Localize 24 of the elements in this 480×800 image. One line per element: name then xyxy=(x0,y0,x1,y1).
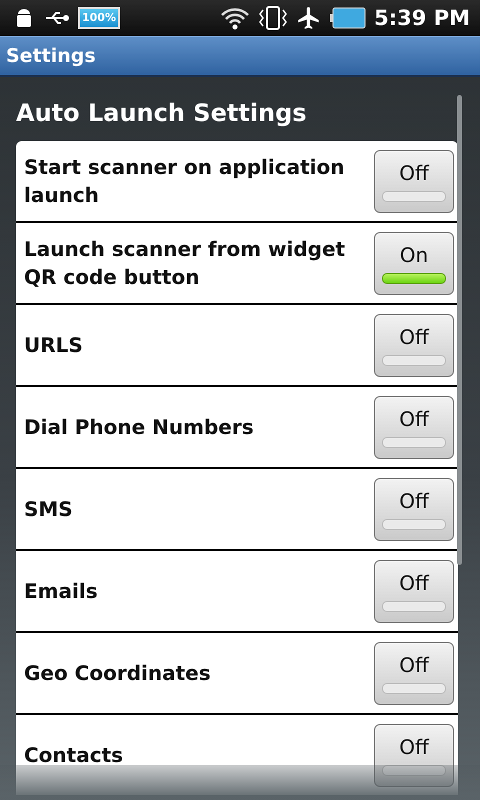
toggle-button[interactable]: Off xyxy=(374,314,454,376)
section-title: Auto Launch Settings xyxy=(16,99,307,127)
setting-label: SMS xyxy=(24,496,74,523)
setting-label: Contacts xyxy=(24,742,124,769)
toggle-button[interactable]: Off xyxy=(374,150,454,212)
setting-label: Launch scanner from widget QR code button xyxy=(24,236,346,291)
setting-label: Dial Phone Numbers xyxy=(24,414,255,441)
toggle-button[interactable]: Off xyxy=(374,642,454,704)
wifi-icon xyxy=(220,6,250,30)
toggle-button[interactable]: Off xyxy=(374,478,454,540)
vibrate-icon xyxy=(258,5,288,31)
toggle-button[interactable]: Off xyxy=(374,560,454,622)
setting-label: Start scanner on application launch xyxy=(24,154,346,209)
battery-icon xyxy=(330,6,366,30)
toggle-button[interactable]: Off xyxy=(374,724,454,786)
battery-indicator: 100% xyxy=(78,7,120,29)
usb-icon xyxy=(44,10,70,26)
screen-title: Settings xyxy=(6,45,96,67)
clock-time: 5:39 PM xyxy=(374,6,470,30)
toggle-button[interactable]: On xyxy=(374,232,454,294)
setting-label: URLS xyxy=(24,332,84,359)
toggle-button[interactable]: Off xyxy=(374,396,454,458)
setting-label: Geo Coordinates xyxy=(24,660,212,687)
setting-label: Emails xyxy=(24,578,99,605)
